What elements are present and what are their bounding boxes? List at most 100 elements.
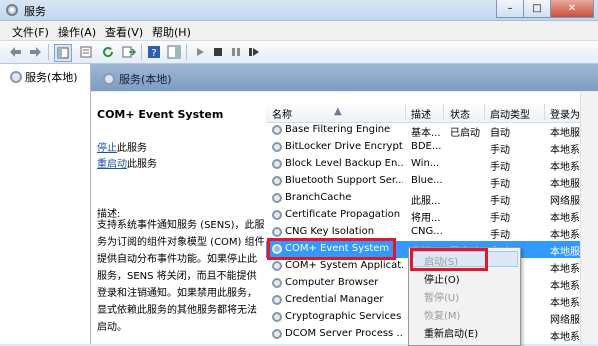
service-startup-type: 手动 bbox=[490, 230, 510, 241]
restart-service-action: 重启动此服务 bbox=[97, 155, 157, 170]
show-hide-icon[interactable] bbox=[166, 44, 182, 60]
menu-view[interactable]: 查看(V) bbox=[105, 24, 143, 40]
service-description: Win... bbox=[411, 158, 440, 169]
start-service-icon[interactable] bbox=[192, 44, 208, 60]
service-logon: 网络服 bbox=[550, 196, 580, 207]
console-tree-pane: 服务(本地) bbox=[0, 64, 91, 344]
menu-item-pause[interactable]: 暂停(U) bbox=[424, 289, 459, 304]
toolbar-separator bbox=[141, 44, 142, 60]
service-description: 此服... bbox=[411, 196, 441, 207]
table-row[interactable]: Bluetooth Support Ser... Blue... 手动 本地服 bbox=[266, 173, 598, 190]
selected-service-name: COM+ Event System bbox=[97, 108, 224, 121]
service-description: 基本... bbox=[411, 128, 441, 139]
tree-item-label: 服务(本地) bbox=[25, 71, 78, 84]
refresh-icon[interactable] bbox=[100, 44, 116, 60]
table-row[interactable]: Block Level Backup En... Win... 手动 本地系 bbox=[266, 156, 598, 173]
service-details-pane: COM+ Event System 停止此服务 重启动此服务 描述: 支持系统事… bbox=[91, 92, 266, 344]
toolbar: ? bbox=[0, 41, 598, 64]
service-logon: 网络服 bbox=[550, 315, 580, 326]
service-gear-icon bbox=[272, 227, 282, 237]
service-gear-icon bbox=[272, 278, 282, 288]
close-button[interactable]: ✕ bbox=[550, 0, 594, 18]
svg-text:?: ? bbox=[151, 48, 156, 59]
service-gear-icon bbox=[272, 193, 282, 203]
service-gear-icon bbox=[272, 142, 282, 152]
service-startup-type: 手动 bbox=[490, 213, 510, 224]
service-gear-icon bbox=[272, 329, 282, 339]
stop-service-suffix: 此服务 bbox=[117, 143, 147, 154]
minimize-button[interactable]: – bbox=[496, 0, 524, 18]
table-row[interactable]: Certificate Propagation 将用... 手动 本地系 bbox=[266, 207, 598, 224]
service-description: CNG... bbox=[411, 226, 443, 237]
back-arrow-icon[interactable] bbox=[8, 44, 24, 60]
stop-service-link[interactable]: 停止 bbox=[97, 143, 117, 154]
menu-file[interactable]: 文件(F) bbox=[12, 24, 49, 40]
table-row[interactable]: Base Filtering Engine 基本... 已启动 自动 本地服 bbox=[266, 122, 598, 139]
help-icon[interactable]: ? bbox=[146, 44, 162, 60]
service-gear-icon bbox=[272, 295, 282, 305]
service-logon: 本地系 bbox=[550, 264, 580, 275]
service-description: 将用... bbox=[411, 213, 441, 224]
column-header-logon-as[interactable]: 登录为 bbox=[550, 106, 580, 121]
table-row[interactable]: BranchCache 此服... 手动 网络服 bbox=[266, 190, 598, 207]
service-name: BitLocker Drive Encrypt... bbox=[285, 141, 403, 152]
toolbar-separator bbox=[186, 44, 187, 60]
service-logon: 本地系 bbox=[550, 230, 580, 241]
menu-help[interactable]: 帮助(H) bbox=[152, 24, 191, 40]
export-list-icon[interactable] bbox=[121, 44, 137, 60]
service-gear-icon bbox=[272, 210, 282, 220]
highlight-box-start-item bbox=[410, 248, 488, 271]
menu-item-resume[interactable]: 恢复(M) bbox=[424, 307, 460, 322]
menu-item-stop[interactable]: 停止(O) bbox=[424, 271, 460, 286]
toolbar-separator bbox=[48, 44, 49, 60]
column-header-startup-type[interactable]: 启动类型 bbox=[490, 106, 530, 121]
column-divider[interactable] bbox=[484, 104, 485, 120]
service-logon: 本地系 bbox=[550, 162, 580, 173]
console-tree-icon[interactable] bbox=[54, 44, 72, 62]
column-divider[interactable] bbox=[443, 104, 444, 120]
services-gear-icon bbox=[103, 73, 115, 85]
service-startup-type: 手动 bbox=[490, 162, 510, 173]
menu-action[interactable]: 操作(A) bbox=[58, 24, 96, 40]
service-gear-icon bbox=[272, 261, 282, 271]
service-name: BranchCache bbox=[285, 192, 352, 203]
maximize-button[interactable]: □ bbox=[523, 0, 551, 18]
restart-service-link[interactable]: 重启动 bbox=[97, 159, 127, 170]
service-name: Block Level Backup En... bbox=[285, 158, 403, 169]
column-divider[interactable] bbox=[405, 104, 406, 120]
tree-item-services-local[interactable]: 服务(本地) bbox=[10, 69, 78, 85]
service-logon: 本地系 bbox=[550, 332, 580, 343]
forward-arrow-icon[interactable] bbox=[27, 44, 43, 60]
service-gear-icon bbox=[272, 176, 282, 186]
menu-item-restart[interactable]: 重新启动(E) bbox=[424, 325, 478, 340]
column-header-name[interactable]: 名称 bbox=[272, 106, 292, 121]
table-row[interactable]: BitLocker Drive Encrypt... BDE... 手动 本地系 bbox=[266, 139, 598, 156]
window-controls: – □ ✕ bbox=[496, 0, 594, 18]
stop-service-icon[interactable] bbox=[210, 44, 226, 60]
service-startup-type: 手动 bbox=[490, 196, 510, 207]
column-divider[interactable] bbox=[544, 104, 545, 120]
service-description: Blue... bbox=[411, 175, 443, 186]
sort-ascending-icon: ▲ bbox=[334, 106, 342, 117]
restart-service-icon[interactable] bbox=[246, 44, 262, 60]
pause-service-icon[interactable] bbox=[228, 44, 244, 60]
column-header-status[interactable]: 状态 bbox=[450, 106, 470, 121]
service-logon: 本地服 bbox=[550, 128, 580, 139]
properties-icon[interactable] bbox=[78, 44, 94, 60]
service-logon: 本地系 bbox=[550, 298, 580, 309]
service-name: DCOM Server Process ... bbox=[285, 328, 403, 339]
column-header-description[interactable]: 描述 bbox=[411, 106, 431, 121]
service-name: COM+ System Applicat... bbox=[285, 260, 403, 271]
service-gear-icon bbox=[272, 312, 282, 322]
restart-service-suffix: 此服务 bbox=[127, 159, 157, 170]
service-name: Computer Browser bbox=[285, 277, 379, 288]
header-label: 服务(本地) bbox=[119, 73, 172, 86]
service-name: Certificate Propagation bbox=[285, 209, 401, 220]
service-logon: 本地系 bbox=[550, 281, 580, 292]
description-text: 支持系统事件通知服务 (SENS)，此服务为订阅的组件对象模型 (COM) 组件… bbox=[97, 220, 265, 333]
service-status: 已启动 bbox=[450, 128, 480, 139]
window-title: 服务 bbox=[24, 5, 46, 18]
vertical-scrollbar[interactable] bbox=[580, 92, 598, 344]
service-gear-icon bbox=[272, 125, 282, 135]
service-startup-type: 手动 bbox=[490, 145, 510, 156]
